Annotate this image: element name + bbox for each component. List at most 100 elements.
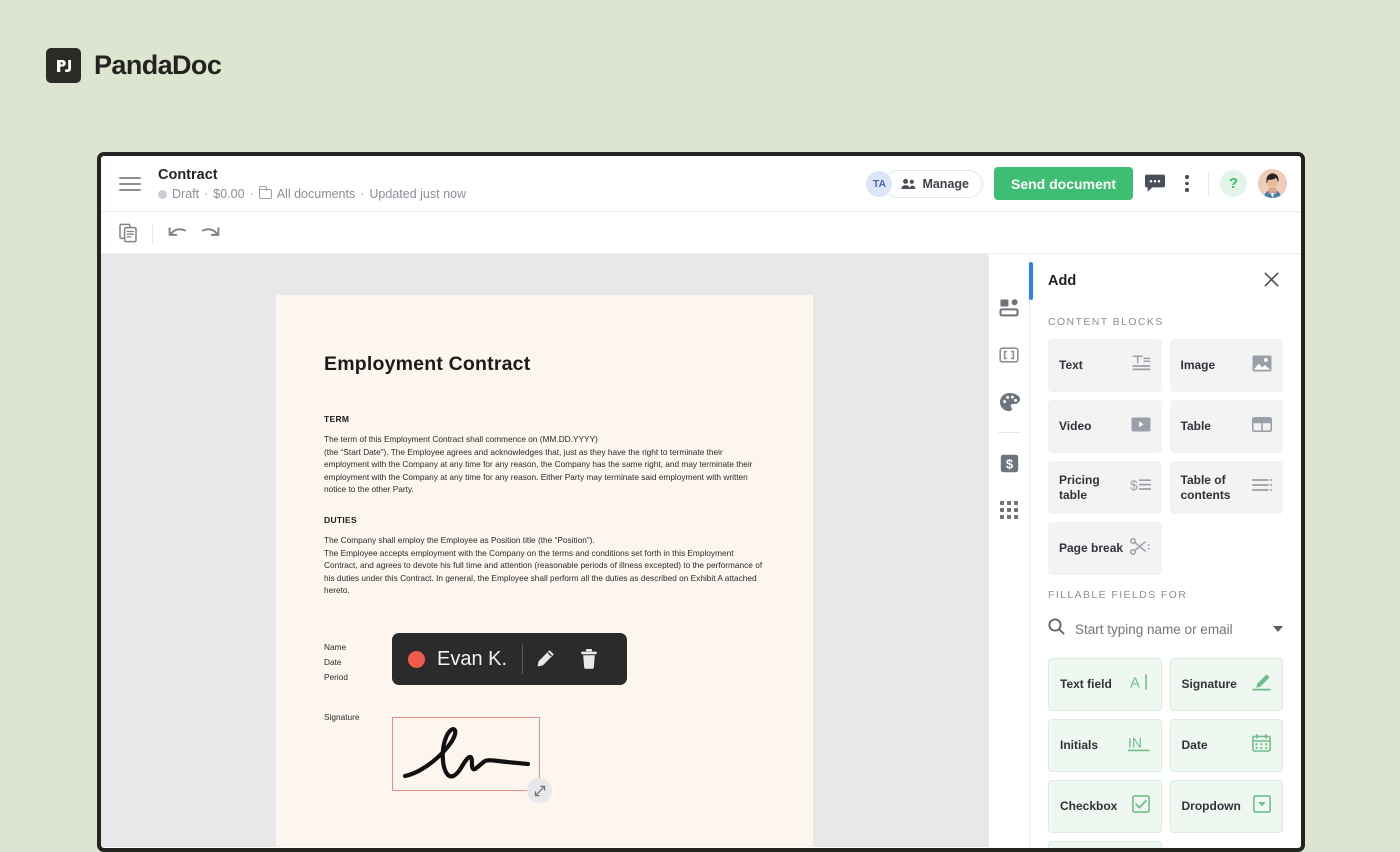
document-section-duties: DUTIES The Company shall employ the Empl… — [324, 515, 765, 597]
undo-icon[interactable] — [167, 224, 188, 242]
content-blocks-grid: Text Image — [1048, 339, 1283, 575]
fillable-fields-label: FILLABLE FIELDS FOR — [1048, 589, 1283, 601]
date-icon — [1252, 734, 1271, 757]
app-window: Contract Draft · $0.00 · All documents ·… — [97, 152, 1305, 852]
panel-accent-bar — [1029, 262, 1033, 300]
field-label-signature: Signature — [324, 712, 765, 722]
people-icon — [901, 178, 916, 190]
fillable-field-signature[interactable]: Signature — [1170, 658, 1284, 711]
content-block-text[interactable]: Text — [1048, 339, 1162, 392]
card-label: Page break — [1059, 541, 1123, 556]
svg-text:$: $ — [1130, 477, 1138, 493]
tool-rail: $ — [988, 254, 1029, 847]
card-label: Table — [1181, 419, 1211, 434]
panel-header: Add — [1048, 254, 1283, 302]
variables-icon[interactable] — [997, 343, 1021, 367]
document-meta: Contract Draft · $0.00 · All documents ·… — [158, 166, 466, 201]
assignee-search-row — [1048, 612, 1283, 646]
text-block-icon — [1132, 354, 1151, 377]
section-heading: DUTIES — [324, 515, 765, 525]
document-section-term: TERM The term of this Employment Contrac… — [324, 414, 765, 496]
meta-separator-2: · — [250, 187, 254, 201]
document-subtitle: Draft · $0.00 · All documents · Updated … — [158, 187, 466, 201]
editor-toolbar — [101, 212, 1301, 254]
theme-palette-icon[interactable] — [997, 390, 1021, 414]
fillable-field-date[interactable]: Date — [1170, 719, 1284, 772]
card-label: Text — [1059, 358, 1083, 373]
content-block-page-break[interactable]: Page break — [1048, 522, 1162, 575]
pages-icon[interactable] — [119, 223, 138, 243]
card-label: Initials — [1060, 738, 1098, 753]
folder-label[interactable]: All documents — [277, 187, 356, 201]
help-button[interactable]: ? — [1220, 170, 1247, 197]
content-block-table-of-contents[interactable]: Table of contents — [1170, 461, 1284, 514]
assignee-search-input[interactable] — [1075, 622, 1263, 637]
user-avatar[interactable] — [1258, 169, 1287, 198]
apps-grid-icon[interactable] — [997, 498, 1021, 522]
content-block-table[interactable]: Table — [1170, 400, 1284, 453]
document-heading: Employment Contract — [324, 353, 765, 376]
document-page[interactable]: Employment Contract TERM The term of thi… — [276, 295, 813, 847]
close-icon[interactable] — [1260, 268, 1283, 294]
svg-text:$: $ — [1005, 456, 1013, 471]
updated-label: Updated just now — [369, 187, 466, 201]
search-icon — [1048, 618, 1065, 640]
signature-field[interactable] — [392, 717, 540, 791]
pandadoc-mark-icon — [46, 48, 81, 83]
toolbar-divider — [152, 223, 153, 243]
fillable-field-initials[interactable]: Initials IN — [1048, 719, 1162, 772]
chevron-down-icon[interactable] — [1273, 626, 1283, 632]
section-body: The Company shall employ the Employee as… — [324, 534, 765, 597]
top-bar-actions: TA Manage Send document — [865, 167, 1287, 200]
manage-button[interactable]: Manage — [884, 170, 983, 198]
brand-logo: PandaDoc — [46, 48, 221, 83]
card-label: Signature — [1182, 677, 1237, 692]
send-document-button[interactable]: Send document — [994, 167, 1133, 200]
content-blocks-label: CONTENT BLOCKS — [1048, 316, 1283, 328]
svg-text:A: A — [1130, 675, 1140, 692]
page-break-icon — [1130, 538, 1151, 560]
section-body: The term of this Employment Contract sha… — [324, 433, 765, 496]
table-block-icon — [1252, 417, 1272, 437]
document-title[interactable]: Contract — [158, 166, 466, 184]
meta-separator-1: · — [204, 187, 208, 201]
resize-handle-icon[interactable] — [527, 778, 552, 803]
content-blocks-icon[interactable] — [997, 296, 1021, 320]
trash-icon[interactable] — [567, 648, 611, 670]
assignee-color-dot-icon — [408, 651, 425, 668]
content-block-pricing-table[interactable]: Pricing table $ — [1048, 461, 1162, 514]
status-dot-icon — [158, 190, 167, 199]
collaborator-avatar[interactable]: TA — [865, 170, 893, 198]
redo-icon[interactable] — [200, 224, 221, 242]
image-block-icon — [1252, 355, 1272, 377]
svg-text:IN: IN — [1128, 734, 1142, 750]
meta-separator-3: · — [360, 187, 364, 201]
fillable-field-text-field[interactable]: Text field A — [1048, 658, 1162, 711]
more-options-icon[interactable] — [1177, 173, 1197, 195]
pricing-icon[interactable]: $ — [997, 451, 1021, 475]
card-label: Image — [1181, 358, 1216, 373]
top-bar: Contract Draft · $0.00 · All documents ·… — [101, 156, 1301, 212]
pencil-icon[interactable] — [523, 648, 567, 670]
comment-icon[interactable] — [1144, 174, 1166, 193]
fillable-fields-grid: Text field A Signature — [1048, 658, 1283, 852]
toolbar-divider — [1208, 172, 1209, 196]
card-label: Pricing table — [1059, 473, 1130, 503]
fillable-field-card-details[interactable]: Card details — [1048, 841, 1162, 852]
manage-group: TA Manage — [865, 170, 983, 198]
card-label: Text field — [1060, 677, 1112, 692]
brand-name: PandaDoc — [94, 50, 221, 81]
signature-area: Name Date Period Signature — [324, 640, 765, 722]
content-block-image[interactable]: Image — [1170, 339, 1284, 392]
assignee-name: Evan K. — [437, 648, 507, 671]
video-block-icon — [1131, 417, 1151, 437]
rail-divider — [998, 432, 1020, 433]
card-label: Table of contents — [1181, 473, 1253, 503]
hamburger-menu-icon[interactable] — [119, 177, 141, 191]
manage-label: Manage — [922, 177, 969, 191]
initials-icon: IN — [1128, 734, 1150, 757]
signature-drawing — [393, 718, 538, 789]
content-block-video[interactable]: Video — [1048, 400, 1162, 453]
document-canvas: Employment Contract TERM The term of thi… — [101, 254, 988, 847]
add-panel: Add CONTENT BLOCKS Text — [1029, 254, 1301, 847]
